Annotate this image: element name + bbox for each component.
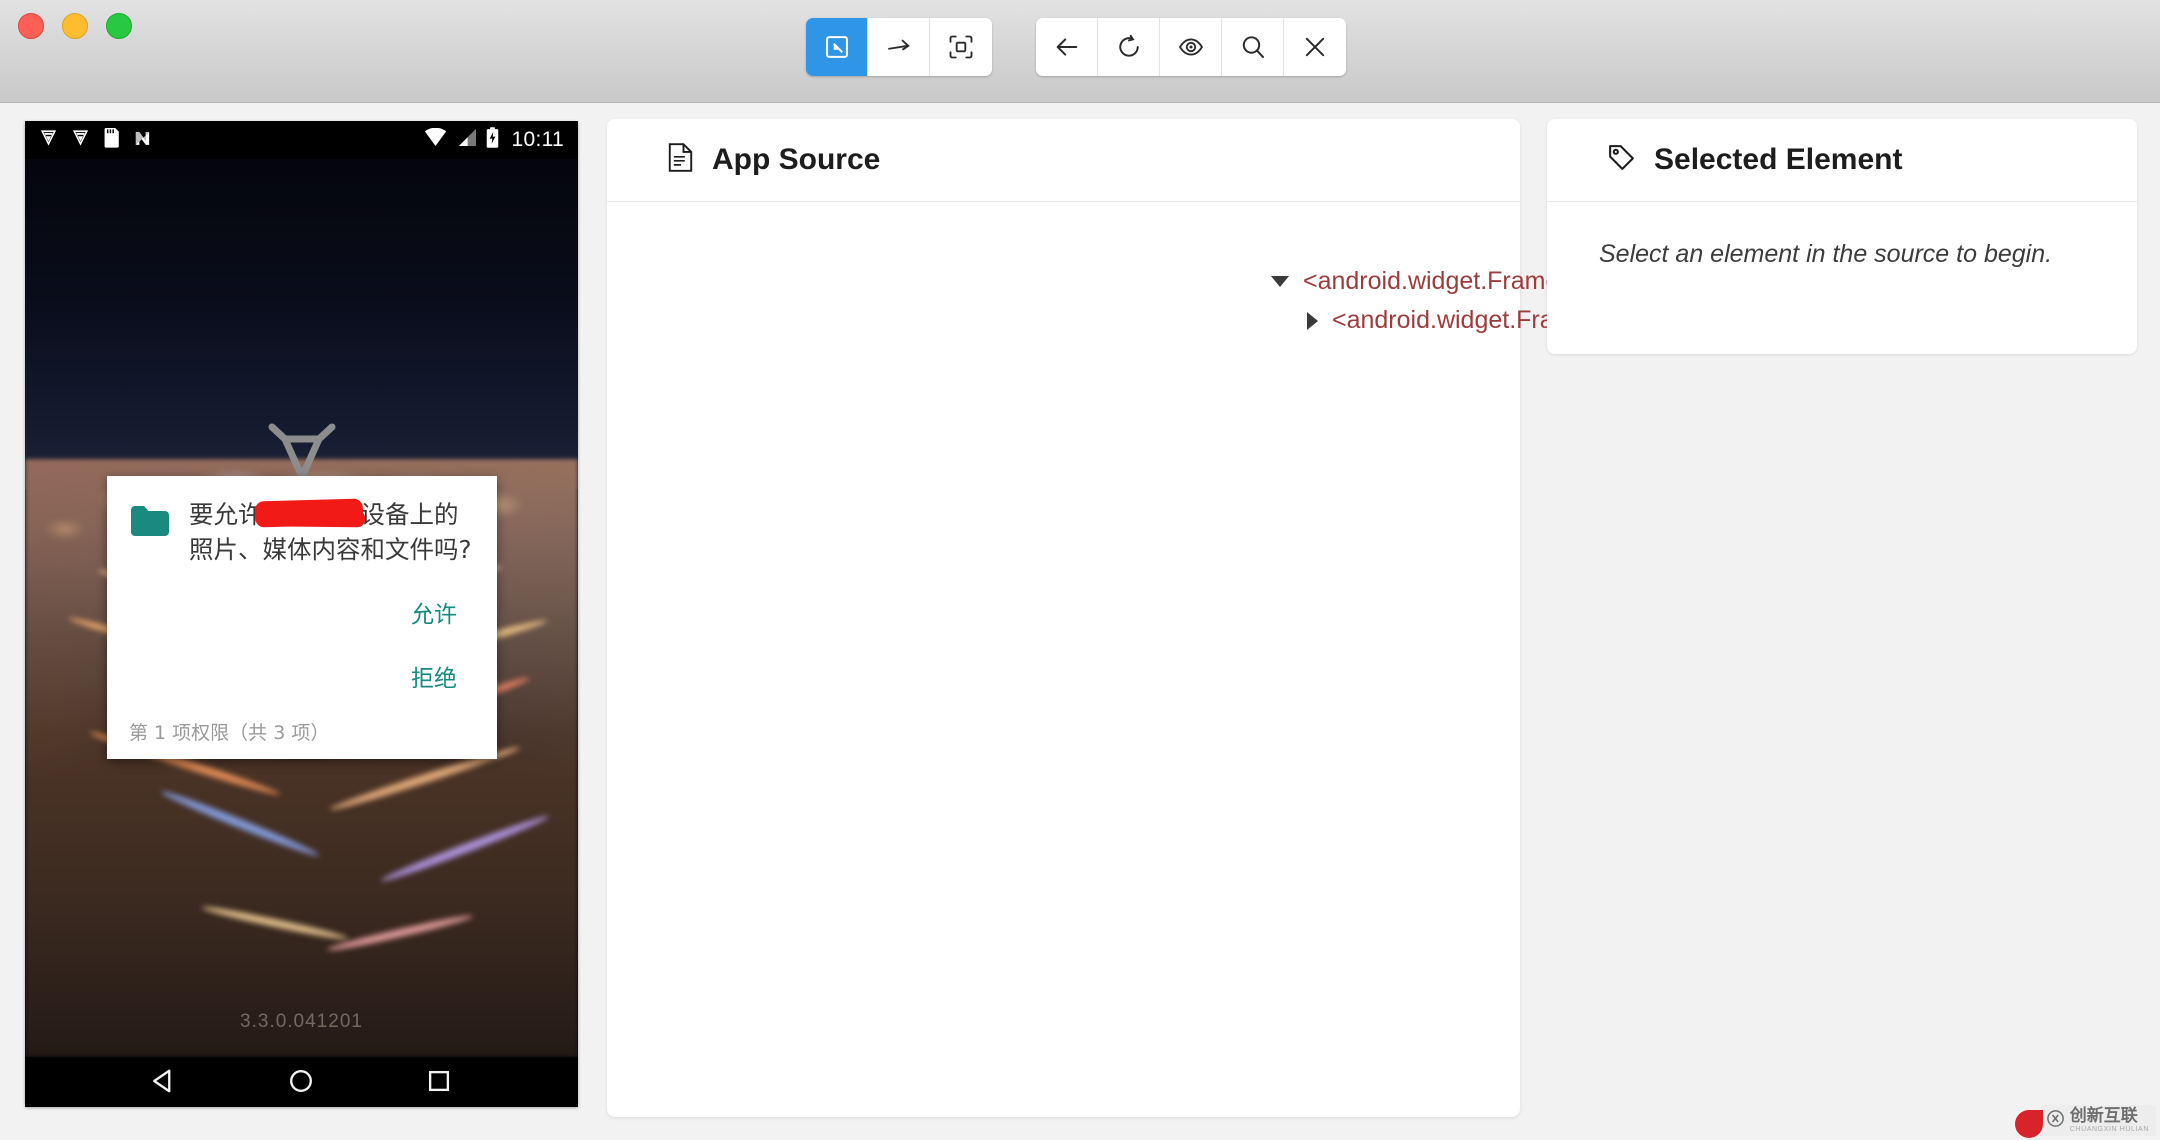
chevron-right-icon[interactable] [1307,311,1318,330]
permission-progress-text: 第 1 项权限（共 3 项） [129,721,330,744]
tap-icon [947,33,975,61]
toolbar-group-actions [806,18,992,76]
site-watermark: 创新互联 CHUANGXIN HULIAN [2014,1105,2156,1138]
selected-element-title: Selected Element [1654,143,1903,176]
search-element-button[interactable] [1222,18,1284,76]
back-button[interactable] [1036,18,1098,76]
selected-element-body: Select an element in the source to begin… [1547,202,2137,307]
download-icon [39,128,58,152]
android-back-icon [150,1067,178,1098]
toolbar-group-session [1036,18,1346,76]
inspector-toolbar [806,18,1346,76]
watermark-name-cn: 创新互联 [2069,1106,2138,1126]
select-element-button[interactable] [806,18,868,76]
circled-x-icon [2046,1109,2065,1133]
status-bar-system-icons: 10:11 [424,127,565,153]
app-source-panel: App Source <android.widget.FrameLayout> … [607,119,1678,1117]
permission-dialog-actions: 允许 拒绝 [129,582,475,706]
chevron-down-icon[interactable] [1271,276,1289,287]
selected-element-header: Selected Element [1547,119,2137,202]
watermark-text: 创新互联 CHUANGXIN HULIAN [2069,1106,2149,1133]
tag-icon [1607,143,1636,177]
back-arrow-icon [1053,33,1081,61]
allow-permission-button[interactable]: 允许 [393,582,475,642]
permission-message-wrap: 要允许动访问您设备上的照片、媒体内容和文件吗? [189,498,475,568]
app-screenshot-content: 3.3.0.041201 要允许动访问您设备上的照片、媒体内容和文件吗? [25,159,578,1057]
download-icon [71,128,90,152]
signal-icon [456,128,477,152]
netease-n-icon [133,129,152,152]
folder-icon [129,504,171,543]
start-recording-button[interactable] [1160,18,1222,76]
deny-permission-button[interactable]: 拒绝 [393,646,475,706]
wifi-icon [424,127,447,152]
permission-dialog-body: 要允许动访问您设备上的照片、媒体内容和文件吗? [129,498,475,568]
watermark-name-en: CHUANGXIN HULIAN [2069,1126,2149,1133]
tap-by-coordinates-button[interactable] [930,18,992,76]
refresh-icon [1115,33,1143,61]
quit-session-button[interactable] [1284,18,1346,76]
refresh-source-button[interactable] [1098,18,1160,76]
device-screenshot-panel[interactable]: 10:11 3.3.0.041201 要允许 设备上的照片、媒体内容和文件吗? … [25,121,578,1107]
battery-charging-icon [486,127,499,153]
android-status-bar: 10:11 [25,121,578,159]
redaction-mark [254,498,364,528]
watermark-blob [2014,1110,2043,1138]
tree-row-framelayout-child[interactable]: <android.widget.FrameLayout> [607,301,1678,340]
android-home-button[interactable] [281,1061,321,1104]
status-bar-notifications [39,127,152,153]
android-back-button[interactable] [144,1061,184,1104]
select-element-icon [823,33,851,61]
app-source-title: App Source [712,143,881,176]
close-x-icon [1301,33,1329,61]
appium-inspector-window: 10:11 3.3.0.041201 要允许 设备上的照片、媒体内容和文件吗? … [0,0,2160,1140]
sd-card-icon [103,127,120,153]
maximize-window-button[interactable] [106,13,132,39]
android-recents-icon [425,1067,453,1098]
minimize-window-button[interactable] [62,13,88,39]
search-icon [1239,33,1267,61]
selected-element-placeholder: Select an element in the source to begin… [1599,240,2053,268]
swipe-icon [885,33,913,61]
app-version-text: 3.3.0.041201 [240,1011,363,1032]
android-navigation-bar [25,1057,578,1107]
window-titlebar [0,0,2160,103]
tree-row-framelayout-root[interactable]: <android.widget.FrameLayout> [607,262,1649,301]
swipe-by-coordinates-button[interactable] [868,18,930,76]
selected-element-panel: Selected Element Select an element in th… [1547,119,2137,354]
permission-dialog: 要允许动访问您设备上的照片、媒体内容和文件吗? 允许 拒绝 第 1 项权限（共 … [107,476,497,759]
app-source-header: App Source [607,119,1520,202]
traffic-light-controls [18,12,132,40]
status-bar-clock: 10:11 [511,128,564,151]
document-icon [667,142,694,178]
app-source-tree: <android.widget.FrameLayout> <android.wi… [607,202,1678,340]
close-window-button[interactable] [18,13,44,39]
permission-message-prefix: 要允许 [189,500,263,529]
eye-icon [1177,33,1205,61]
android-recents-button[interactable] [419,1061,459,1104]
android-home-icon [287,1067,315,1098]
